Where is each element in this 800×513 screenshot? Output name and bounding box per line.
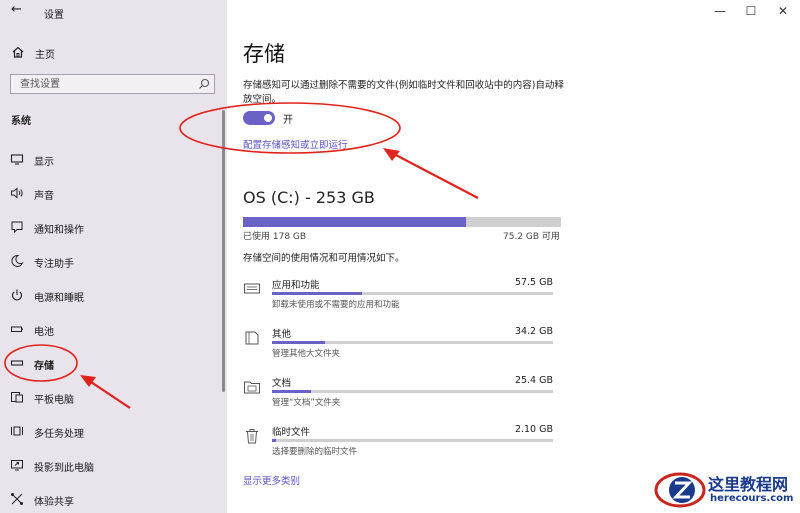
- sidebar-item-multitasking[interactable]: 多任务处理: [0, 415, 222, 449]
- sidebar-item-label: 电池: [34, 327, 54, 338]
- sidebar-item-storage[interactable]: 存储: [0, 347, 222, 381]
- category-size: 2.10 GB: [514, 424, 553, 435]
- sidebar-item-sound[interactable]: 声音: [0, 177, 222, 211]
- other-files-icon: [245, 331, 259, 345]
- category-apps[interactable]: 应用和功能 57.5 GB 卸载未使用或不需要的应用和功能: [243, 277, 563, 317]
- category-bar-fill: [272, 292, 362, 295]
- category-name: 其他: [272, 329, 292, 340]
- category-bar: [272, 341, 553, 344]
- project-icon: [11, 460, 23, 471]
- sidebar-item-home[interactable]: 主页: [0, 40, 227, 64]
- storage-sense-toggle[interactable]: [243, 111, 275, 125]
- category-name: 应用和功能: [272, 280, 320, 291]
- toggle-state-label: 开: [283, 115, 293, 126]
- category-name: 文档: [272, 378, 292, 389]
- multitask-icon: [11, 426, 23, 436]
- category-subtext: 卸载未使用或不需要的应用和功能: [272, 300, 400, 310]
- sidebar-item-label: 电源和睡眠: [34, 293, 84, 304]
- sidebar-item-label: 投影到此电脑: [34, 463, 94, 474]
- sidebar-item-label: 平板电脑: [34, 395, 74, 406]
- watermark: 这里教程网 herecours.com: [652, 468, 798, 512]
- sidebar-item-label: 专注助手: [34, 259, 74, 270]
- sidebar-nav: 显示 声音 通知和操作 专注助手 电源和睡眠 电池 存储 平板电脑 多任务处理 …: [0, 143, 222, 513]
- watermark-title: 这里教程网: [708, 475, 789, 494]
- category-bar: [272, 292, 553, 295]
- drive-usage-bar: [243, 217, 561, 227]
- storage-icon: [10, 360, 24, 366]
- search-field[interactable]: [10, 74, 215, 94]
- usage-description: 存储空间的使用情况和可用情况如下。: [243, 253, 405, 264]
- apps-icon: [244, 283, 260, 294]
- sidebar-scrollbar[interactable]: [222, 110, 225, 392]
- page-title: 存储: [243, 42, 285, 66]
- category-bar: [272, 390, 553, 393]
- drive-used-text: 已使用 178 GB: [243, 232, 307, 242]
- drive-title: OS (C:) - 253 GB: [243, 188, 375, 207]
- sidebar: ← 设置 主页 系统 显示 声音: [0, 0, 227, 513]
- category-bar-fill: [272, 390, 312, 393]
- section-title: 系统: [11, 116, 31, 127]
- minimize-button[interactable]: —: [712, 4, 728, 18]
- sidebar-item-label: 通知和操作: [34, 225, 84, 236]
- sidebar-item-focus-assist[interactable]: 专注助手: [0, 245, 222, 279]
- category-subtext: 选择要删除的临时文件: [272, 447, 358, 457]
- sidebar-item-notifications[interactable]: 通知和操作: [0, 211, 222, 245]
- tablet-icon: [11, 392, 23, 403]
- show-more-categories-link[interactable]: 显示更多类别: [243, 473, 300, 487]
- home-icon: [12, 46, 24, 58]
- sound-icon: [11, 187, 23, 199]
- title-bar-left: ← 设置: [0, 0, 227, 24]
- sidebar-item-label: 存储: [34, 361, 54, 372]
- sidebar-item-label: 多任务处理: [34, 429, 84, 440]
- category-other[interactable]: 其他 34.2 GB 管理其他大文件夹: [243, 326, 563, 366]
- share-icon: [11, 493, 23, 505]
- sidebar-item-tablet[interactable]: 平板电脑: [0, 381, 222, 415]
- main-panel: — ☐ ✕ 存储 存储感知可以通过删除不需要的文件(例如临时文件和回收站中的内容…: [227, 0, 800, 513]
- watermark-logo: [654, 472, 706, 508]
- category-documents[interactable]: 文档 25.4 GB 管理“文档”文件夹: [243, 375, 563, 415]
- trash-icon: [246, 429, 258, 444]
- category-size: 57.5 GB: [514, 277, 553, 288]
- notification-icon: [11, 221, 23, 234]
- close-button[interactable]: ✕: [775, 4, 791, 18]
- drive-free-text: 75.2 GB 可用: [503, 232, 560, 242]
- category-bar-fill: [272, 439, 277, 442]
- sidebar-item-display[interactable]: 显示: [0, 143, 222, 177]
- sidebar-item-label: 显示: [34, 157, 54, 168]
- moon-icon: [11, 254, 24, 267]
- category-name: 临时文件: [272, 427, 311, 438]
- search-input[interactable]: [11, 75, 191, 93]
- category-size: 25.4 GB: [514, 375, 553, 386]
- maximize-button[interactable]: ☐: [743, 4, 759, 18]
- category-size: 34.2 GB: [514, 326, 553, 337]
- toggle-knob: [264, 114, 272, 122]
- sidebar-item-battery[interactable]: 电池: [0, 313, 222, 347]
- category-bar: [272, 439, 553, 442]
- sidebar-item-power-sleep[interactable]: 电源和睡眠: [0, 279, 222, 313]
- power-icon: [12, 289, 22, 301]
- category-subtext: 管理其他大文件夹: [272, 349, 341, 359]
- sidebar-item-shared-experiences[interactable]: 体验共享: [0, 483, 222, 513]
- sidebar-item-project[interactable]: 投影到此电脑: [0, 449, 222, 483]
- search-icon[interactable]: [198, 78, 210, 90]
- storage-sense-description: 存储感知可以通过删除不需要的文件(例如临时文件和回收站中的内容)自动释放空间。: [243, 80, 564, 105]
- drive-usage-fill: [243, 217, 466, 227]
- category-bar-fill: [272, 341, 326, 344]
- sidebar-item-label: 声音: [34, 191, 54, 202]
- configure-storage-sense-link[interactable]: 配置存储感知或立即运行: [243, 137, 348, 151]
- app-title: 设置: [44, 10, 64, 21]
- sidebar-item-label: 体验共享: [34, 497, 74, 508]
- battery-icon: [11, 326, 23, 332]
- back-arrow-icon[interactable]: ←: [11, 2, 22, 17]
- sidebar-item-label: 主页: [35, 50, 55, 61]
- folder-icon: [244, 381, 260, 394]
- category-subtext: 管理“文档”文件夹: [272, 398, 341, 408]
- category-temp-files[interactable]: 临时文件 2.10 GB 选择要删除的临时文件: [243, 424, 563, 464]
- watermark-url: herecours.com: [710, 493, 794, 504]
- display-icon: [10, 154, 24, 165]
